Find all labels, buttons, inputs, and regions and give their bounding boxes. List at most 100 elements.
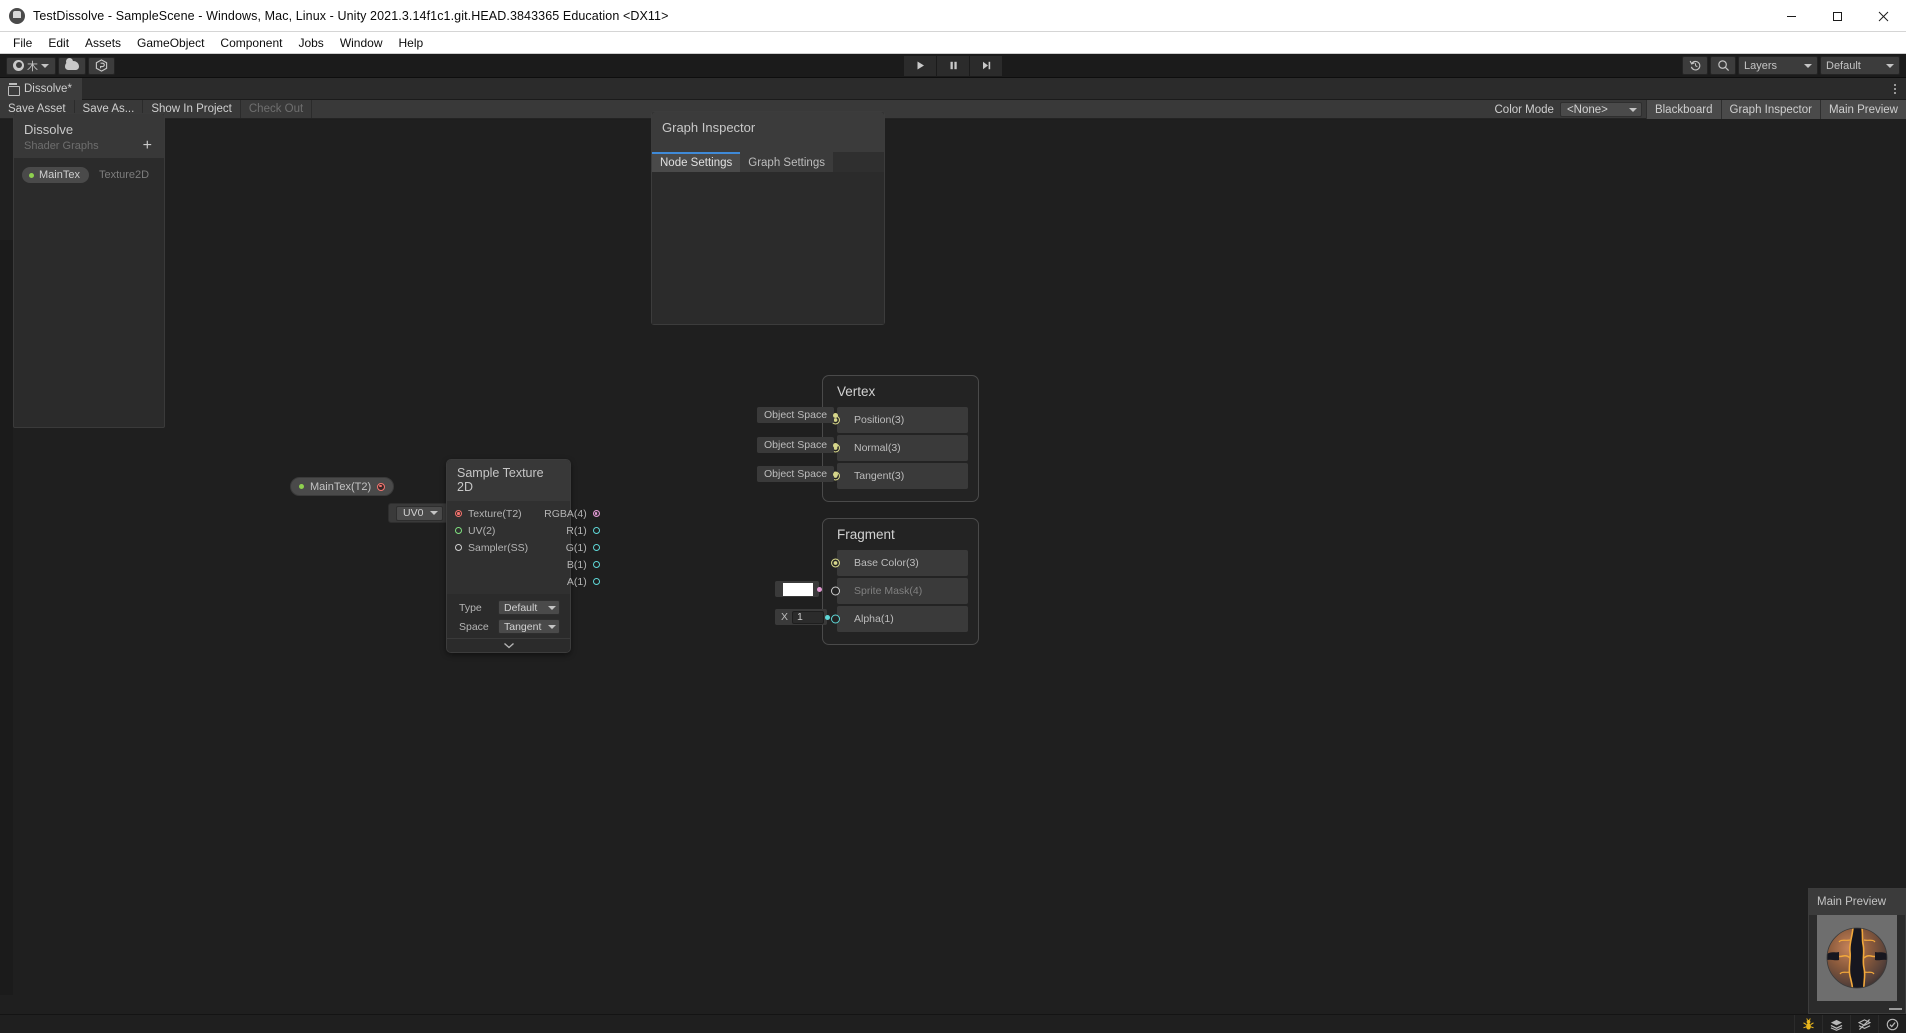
chevron-down-icon [1804,63,1812,68]
port-texture[interactable]: Texture(T2) [447,505,536,522]
fragment-block-alpha[interactable]: Alpha(1) [831,606,968,632]
toggle-graph-inspector[interactable]: Graph Inspector [1720,100,1820,119]
fragment-spritemask-port[interactable] [831,586,840,596]
port-b-dot-icon[interactable] [592,561,600,568]
setting-type-dropdown[interactable]: Default [498,600,560,615]
add-property-button[interactable]: + [141,138,154,154]
node-maintex-property[interactable]: MainTex(T2) [290,477,395,496]
menu-file[interactable]: File [5,33,40,53]
main-preview-resize-handle[interactable] [1889,1008,1902,1010]
menu-window[interactable]: Window [332,33,391,53]
port-r-dot-icon[interactable] [592,527,600,534]
layout-dropdown[interactable]: Default [1820,56,1900,75]
port-g[interactable]: G(1) [558,539,608,556]
play-icon [917,61,924,70]
blackboard-panel[interactable]: Dissolve Shader Graphs + MainTex Texture… [13,113,165,428]
port-uv-dot-icon[interactable] [455,527,462,534]
tab-node-settings[interactable]: Node Settings [652,152,741,172]
port-r[interactable]: R(1) [558,522,607,539]
layers-icon[interactable] [1822,1014,1850,1033]
chevron-down-icon [1886,63,1894,68]
property-status-dot-icon [299,484,304,489]
fragment-basecolor-port[interactable] [831,558,840,568]
maintex-output-port[interactable] [377,482,386,491]
uv-channel-dropdown[interactable]: UV0 [396,505,444,521]
vertex-normal-space-label: Object Space [757,437,835,453]
sample-texture-2d-outputs: RGBA(4) R(1) G(1) B(1) A(1) [536,501,608,594]
vertex-block-tangent[interactable]: Tangent(3) [831,463,968,489]
collab-button[interactable] [88,56,115,75]
menu-gameobject[interactable]: GameObject [129,33,212,53]
port-g-dot-icon[interactable] [592,544,600,551]
pause-button[interactable] [937,55,969,76]
close-button[interactable] [1860,0,1906,32]
panel-options-icon[interactable] [1890,80,1900,98]
search-button[interactable] [1710,56,1736,75]
menu-help[interactable]: Help [391,33,432,53]
fragment-alpha-number-widget[interactable]: X 1 [775,609,831,625]
node-vertex-context[interactable]: Vertex Position(3) Normal(3) Tangent(3) [822,375,979,502]
menu-jobs[interactable]: Jobs [290,33,331,53]
toggle-main-preview[interactable]: Main Preview [1819,100,1906,119]
fragment-block-sprite-mask[interactable]: Sprite Mask(4) [831,578,968,604]
graph-canvas[interactable]: MainTex(T2) UV0 Sample Texture 2D Textur… [0,120,1906,1014]
node-fragment-context[interactable]: Fragment Base Color(3) Sprite Mask(4) Al… [822,518,979,645]
color-mode-dropdown[interactable]: <None> [1559,102,1642,117]
account-label: 木 [27,60,38,73]
alpha-number-field[interactable]: X 1 [775,609,828,625]
tab-dissolve[interactable]: Dissolve* [0,77,82,100]
layers-dropdown[interactable]: Layers [1738,56,1818,75]
maximize-button[interactable] [1814,0,1860,32]
vertex-tangent-space-widget[interactable]: Object Space [757,466,839,482]
vertex-normal-space-widget[interactable]: Object Space [757,437,839,453]
menu-assets[interactable]: Assets [77,33,129,53]
fragment-alpha-port[interactable] [831,614,840,624]
toggle-blackboard[interactable]: Blackboard [1645,100,1721,119]
vertex-title: Vertex [837,384,876,399]
history-icon [1689,60,1700,71]
vertex-position-space-label: Object Space [757,407,835,423]
vertex-block-normal[interactable]: Normal(3) [831,435,968,461]
main-preview-panel[interactable]: Main Preview [1808,888,1906,1014]
setting-space-dropdown[interactable]: Tangent [498,619,560,634]
blackboard-subtitle: Shader Graphs [24,140,99,152]
fragment-spritemask-color-widget[interactable] [775,581,822,597]
port-a[interactable]: A(1) [559,573,608,590]
port-sampler-dot-icon[interactable] [455,544,462,551]
blackboard-property-row[interactable]: MainTex Texture2D [14,166,164,184]
minimize-button[interactable] [1768,0,1814,32]
fragment-block-base-color[interactable]: Base Color(3) [831,550,968,576]
pause-icon [950,61,957,70]
step-button[interactable] [970,55,1002,76]
tab-graph-settings[interactable]: Graph Settings [740,152,833,172]
menu-edit[interactable]: Edit [40,33,77,53]
cloud-button[interactable] [58,56,86,75]
undo-history-button[interactable] [1682,56,1708,75]
sample-texture-2d-settings: Type Default Space Tangent [447,594,570,638]
spritemask-color-swatch[interactable] [783,582,813,596]
port-a-dot-icon[interactable] [592,578,600,585]
play-button[interactable] [904,55,936,76]
port-rgba-dot-icon[interactable] [592,510,600,517]
alpha-value-input[interactable]: 1 [792,610,825,624]
main-preview-canvas[interactable] [1817,915,1897,1001]
port-rgba[interactable]: RGBA(4) [536,505,608,522]
check-circle-icon[interactable] [1878,1014,1906,1033]
port-b[interactable]: B(1) [559,556,608,573]
ant-icon[interactable] [1794,1014,1822,1033]
port-uv[interactable]: UV(2) [447,522,536,539]
menu-component[interactable]: Component [212,33,290,53]
port-sampler[interactable]: Sampler(SS) [447,539,536,556]
port-texture-dot-icon[interactable] [455,510,462,517]
toolbar-left-group: 木 [0,56,115,75]
property-pill-maintex[interactable]: MainTex [22,167,89,183]
graph-inspector-panel[interactable]: Graph Inspector Node Settings Graph Sett… [651,111,885,325]
vertex-position-space-widget[interactable]: Object Space [757,407,839,423]
vertex-block-position[interactable]: Position(3) [831,407,968,433]
account-button[interactable]: 木 [6,56,56,75]
sample-texture-2d-title: Sample Texture 2D [447,460,570,501]
no-sync-icon[interactable] [1850,1014,1878,1033]
node-collapse-toggle[interactable] [447,638,570,652]
node-sample-texture-2d[interactable]: Sample Texture 2D Texture(T2) UV(2) Samp… [446,459,600,653]
spritemask-color-swatch-box[interactable] [775,581,819,597]
